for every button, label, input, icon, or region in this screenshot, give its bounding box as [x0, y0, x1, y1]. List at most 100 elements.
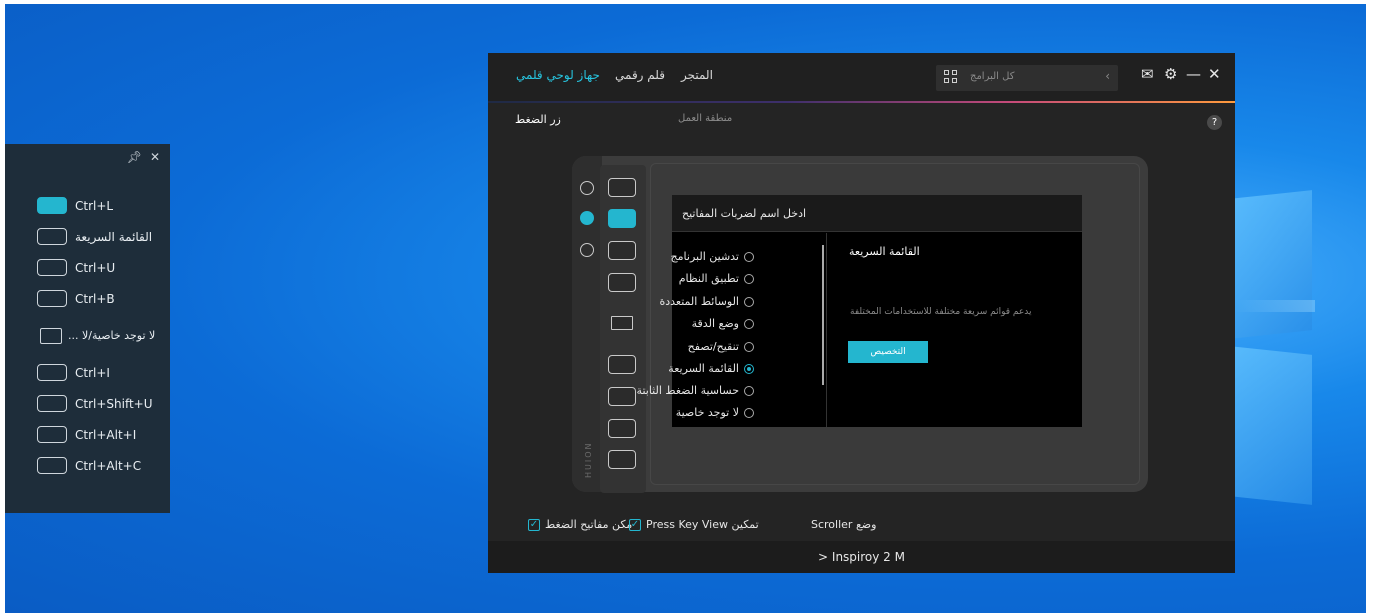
title-bar: جهاز لوحي قلمي قلم رقمي المتجر كل البرام… [488, 53, 1235, 101]
key-indicator [37, 426, 67, 443]
panel-key-item[interactable]: ... لا توجد خاصية/لا [37, 320, 170, 351]
panel-key-item[interactable]: Ctrl+Alt+I [37, 419, 170, 450]
pin-icon[interactable]: 📌︎ [127, 150, 142, 164]
device-selector[interactable]: > Inspiroy 2 M [488, 541, 1235, 573]
detail-title: القائمة السريعة [849, 245, 920, 258]
option-label: تطبيق النظام [678, 272, 739, 285]
option-label: Scroller وضع [811, 518, 877, 531]
dialog-title: ادخل اسم لضربات المفاتيح [672, 195, 1082, 232]
app-search-box[interactable]: كل البرامج ‹ [936, 65, 1118, 91]
help-icon[interactable]: ? [1207, 115, 1222, 130]
tab-work-area[interactable]: منطقة العمل [678, 113, 732, 124]
function-option[interactable]: الوسائط المتعددة [659, 295, 754, 308]
key-label: Ctrl+Shift+U [75, 396, 153, 411]
key-label: Ctrl+Alt+C [75, 458, 142, 473]
panel-header: 📌︎ ✕ [5, 144, 170, 170]
radio-icon[interactable] [744, 273, 754, 284]
tablet-express-key[interactable] [608, 419, 636, 438]
radio-icon[interactable] [744, 341, 754, 352]
function-option[interactable]: لا توجد خاصية [676, 406, 754, 419]
key-indicator [37, 228, 67, 245]
chevron-left-icon[interactable]: ‹ [1105, 69, 1110, 83]
function-option[interactable]: وضع الدقة [692, 317, 754, 330]
list-scrollbar[interactable] [822, 245, 824, 385]
checkbox-checked-icon[interactable]: ✓ [528, 518, 540, 531]
search-input[interactable]: كل البرامج [970, 71, 1014, 82]
scroller-mode-option[interactable]: Scroller وضع [811, 518, 876, 531]
checkbox-checked-icon[interactable]: ✓ [629, 518, 641, 531]
tablet-express-key[interactable] [611, 316, 633, 330]
option-label: الوسائط المتعددة [659, 295, 740, 308]
chevron-right-icon: > [818, 550, 829, 564]
panel-key-item[interactable]: Ctrl+Alt+C [37, 450, 170, 481]
tablet-express-key[interactable] [608, 355, 636, 374]
radio-icon[interactable] [744, 407, 754, 418]
key-indicator [37, 259, 67, 276]
tablet-express-key[interactable] [608, 273, 636, 292]
option-label: تنقيح/تصفح [687, 340, 739, 353]
function-option[interactable]: تطبيق النظام [679, 272, 754, 285]
detail-description: يدعم قوائم سريعة مختلفة للاستخدامات المخ… [850, 307, 1032, 317]
mail-icon[interactable]: ✉ [1141, 65, 1154, 83]
gear-icon[interactable]: ⚙ [1164, 65, 1177, 83]
nav-tablet[interactable]: جهاز لوحي قلمي [516, 68, 600, 82]
light-beam [1235, 300, 1315, 312]
key-indicator [40, 327, 62, 344]
panel-key-item[interactable]: Ctrl+L [37, 190, 170, 221]
key-label: القائمة السريعة [75, 229, 153, 244]
press-key-view-option[interactable]: ✓ Press Key View تمكين [629, 518, 759, 531]
function-option[interactable]: تدشين البرنامج [671, 250, 754, 263]
huion-driver-window: جهاز لوحي قلمي قلم رقمي المتجر كل البرام… [488, 53, 1235, 573]
radio-icon[interactable] [744, 385, 754, 396]
panel-key-list: Ctrl+L القائمة السريعة Ctrl+U Ctrl+B ...… [5, 170, 170, 481]
key-label: Ctrl+Alt+I [75, 427, 137, 442]
option-label: حساسية الضغط الثابتة [636, 384, 739, 397]
close-icon[interactable]: ✕ [150, 150, 160, 164]
nav-store[interactable]: المتجر [681, 68, 713, 82]
function-option[interactable]: تنقيح/تصفح [688, 340, 754, 353]
function-option[interactable]: القائمة السريعة [668, 362, 754, 375]
function-options-list: تدشين البرنامج تطبيق النظام الوسائط المت… [637, 233, 827, 427]
all-apps-icon[interactable] [944, 70, 958, 84]
tablet-indicator[interactable] [580, 181, 594, 195]
key-label: Ctrl+I [75, 365, 110, 380]
desktop-frame [0, 0, 1373, 4]
panel-key-item[interactable]: Ctrl+U [37, 252, 170, 283]
key-label: ... لا توجد خاصية/لا [68, 329, 156, 342]
radio-icon[interactable] [744, 251, 754, 262]
tablet-express-key[interactable] [608, 241, 636, 260]
key-label: Ctrl+U [75, 260, 116, 275]
tablet-express-key[interactable] [608, 387, 636, 406]
tablet-indicator[interactable] [580, 211, 594, 225]
enable-keys-option[interactable]: ✓ مكن مفاتيح الضغط [528, 518, 632, 531]
key-label: Ctrl+B [75, 291, 115, 306]
panel-key-item[interactable]: Ctrl+Shift+U [37, 388, 170, 419]
key-indicator [37, 290, 67, 307]
panel-key-item[interactable]: Ctrl+I [37, 357, 170, 388]
key-function-dialog: ادخل اسم لضربات المفاتيح تدشين البرنامج … [637, 195, 1082, 427]
title-accent-line [488, 101, 1235, 103]
express-key-panel: 📌︎ ✕ Ctrl+L القائمة السريعة Ctrl+U Ctrl+… [5, 144, 170, 513]
minimize-icon[interactable]: — [1186, 65, 1201, 83]
tablet-brand-text: HUION [584, 441, 593, 478]
device-name: Inspiroy 2 M [831, 550, 905, 564]
tablet-indicator[interactable] [580, 243, 594, 257]
panel-key-item[interactable]: القائمة السريعة [37, 221, 170, 252]
close-icon[interactable]: ✕ [1208, 65, 1221, 83]
key-label: Ctrl+L [75, 198, 114, 213]
tablet-express-key[interactable] [608, 450, 636, 469]
customize-button[interactable]: التخصيص [848, 341, 928, 363]
function-option[interactable]: حساسية الضغط الثابتة [637, 384, 754, 397]
radio-icon[interactable] [744, 318, 754, 329]
tablet-express-key[interactable] [608, 178, 636, 197]
tab-press-keys[interactable]: زر الضغط [515, 113, 561, 126]
panel-key-item[interactable]: Ctrl+B [37, 283, 170, 314]
key-indicator [37, 457, 67, 474]
radio-selected-icon[interactable] [744, 363, 754, 374]
radio-icon[interactable] [744, 296, 754, 307]
option-label: مكن مفاتيح الضغط [545, 518, 633, 531]
tablet-express-key[interactable] [608, 209, 636, 228]
nav-pen[interactable]: قلم رقمي [615, 68, 665, 82]
desktop-frame [1366, 0, 1373, 613]
option-label: القائمة السريعة [668, 362, 739, 375]
